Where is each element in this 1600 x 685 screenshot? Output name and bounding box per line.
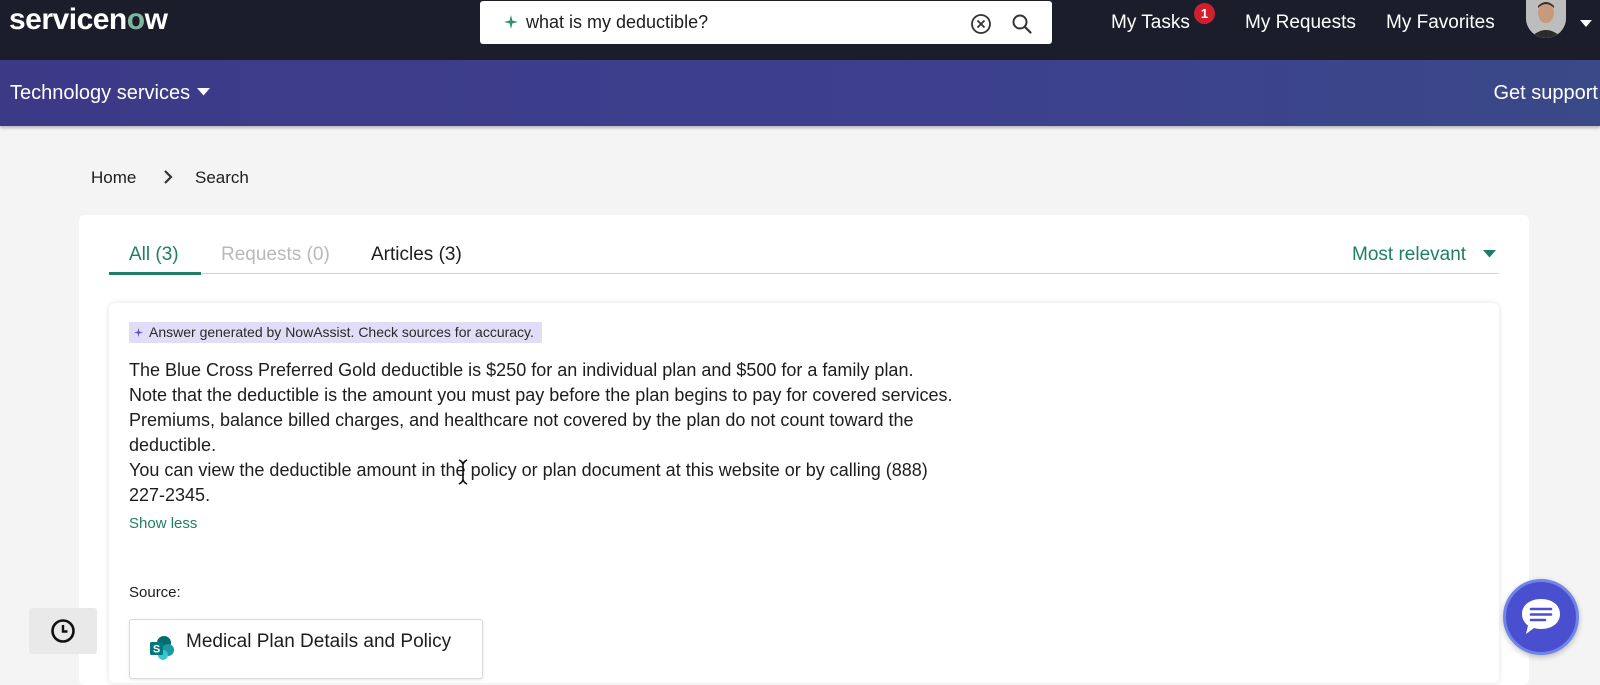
answer-line: deductible.	[129, 435, 217, 455]
clear-circle-icon[interactable]	[970, 13, 992, 35]
top-header: servicenow My Tasks 1 My Requests My Fav…	[0, 0, 1600, 60]
search-icon[interactable]	[1011, 13, 1033, 35]
sparkle-icon	[504, 15, 518, 29]
tasks-count-badge: 1	[1194, 3, 1215, 24]
search-input[interactable]	[526, 1, 986, 44]
source-title: Medical Plan Details and Policy	[186, 631, 452, 652]
chat-button[interactable]	[1503, 579, 1579, 655]
chat-bubble-icon	[1522, 599, 1560, 634]
active-tab-indicator	[109, 272, 201, 275]
technology-services-menu[interactable]: Technology services	[10, 81, 190, 105]
get-support-link[interactable]: Get support	[1493, 81, 1598, 105]
answer-line: Premiums, balance billed charges, and he…	[129, 410, 914, 430]
global-search-box	[480, 1, 1052, 44]
text-cursor-icon	[458, 459, 468, 485]
answer-line: 227-2345.	[129, 485, 211, 505]
answer-line: You can view the deductible amount in th…	[129, 460, 928, 480]
show-less-link[interactable]: Show less	[129, 515, 197, 533]
source-label: Source:	[129, 584, 181, 601]
ai-disclaimer-text: Answer generated by NowAssist. Check sou…	[149, 324, 534, 340]
user-avatar[interactable]	[1526, 0, 1566, 38]
sort-dropdown[interactable]: Most relevant	[1352, 243, 1466, 267]
servicenow-logo[interactable]: servicenow	[9, 2, 168, 38]
sparkle-icon	[134, 328, 143, 337]
avatar-caret-down-icon[interactable]	[1580, 20, 1592, 28]
sharepoint-icon-letter: S	[153, 644, 160, 656]
my-favorites-link[interactable]: My Favorites	[1386, 11, 1495, 35]
breadcrumb-home[interactable]: Home	[91, 167, 136, 188]
secondary-nav: Technology services Get support	[0, 60, 1600, 126]
answer-line: Note that the deductible is the amount y…	[129, 385, 953, 405]
source-card[interactable]: S Medical Plan Details and Policy	[129, 619, 483, 679]
breadcrumb-current: Search	[195, 168, 249, 187]
my-tasks-link[interactable]: My Tasks	[1111, 11, 1190, 35]
my-requests-link[interactable]: My Requests	[1245, 11, 1356, 35]
tab-articles[interactable]: Articles (3)	[371, 243, 462, 267]
tab-all[interactable]: All (3)	[129, 243, 179, 267]
history-button[interactable]	[29, 608, 97, 654]
answer-line: The Blue Cross Preferred Gold deductible…	[129, 360, 914, 380]
tabs-divider	[109, 273, 1499, 274]
clock-icon	[51, 619, 75, 643]
caret-down-icon[interactable]	[197, 88, 210, 96]
sharepoint-icon: S	[150, 636, 174, 660]
tab-requests[interactable]: Requests (0)	[221, 243, 330, 267]
sort-caret-down-icon[interactable]	[1483, 250, 1496, 258]
ai-disclaimer-chip: Answer generated by NowAssist. Check sou…	[129, 322, 542, 343]
chevron-right-icon	[164, 170, 173, 184]
